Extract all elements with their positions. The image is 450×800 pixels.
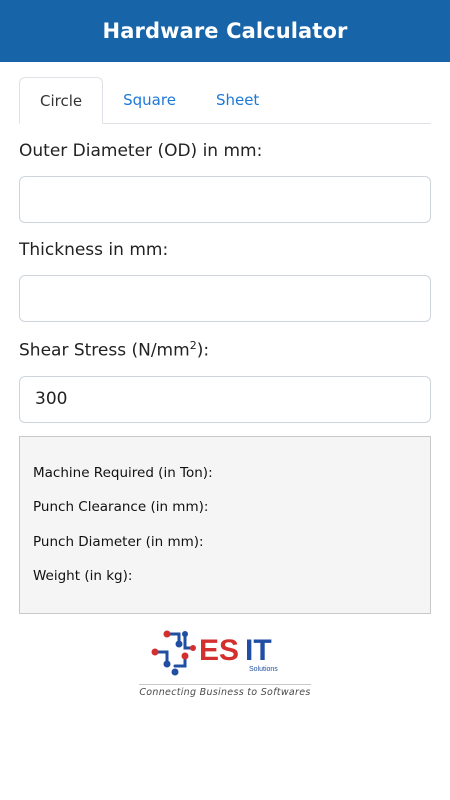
tab-circle[interactable]: Circle <box>19 77 104 124</box>
shear-stress-label: Shear Stress (N/mm2): <box>19 339 431 361</box>
shear-label-suffix: ): <box>196 340 210 361</box>
results-panel: Machine Required (in Ton): Punch Clearan… <box>19 435 431 614</box>
punch-diameter-label: Punch Diameter (in mm): <box>33 533 204 550</box>
app-header: Hardware Calculator <box>0 0 450 62</box>
company-logo: ES IT Solutions Connecting Business to S… <box>19 626 431 698</box>
main-content: Circle Square Sheet Outer Diameter (OD) … <box>0 77 450 698</box>
shear-label-prefix: Shear Stress (N/mm <box>19 340 190 361</box>
logo-brand-es: ES <box>199 634 239 667</box>
od-input[interactable] <box>19 176 431 223</box>
shape-tabs: Circle Square Sheet <box>19 77 431 124</box>
tab-square[interactable]: Square <box>103 77 196 122</box>
tab-sheet[interactable]: Sheet <box>196 77 279 122</box>
logo-tagline: Connecting Business to Softwares <box>139 683 311 698</box>
machine-required-label: Machine Required (in Ton): <box>33 464 213 481</box>
app-title: Hardware Calculator <box>102 19 348 43</box>
logo-brand-it: IT <box>245 634 272 667</box>
shear-label-superscript: 2 <box>189 339 197 352</box>
thickness-label: Thickness in mm: <box>19 240 169 260</box>
od-label: Outer Diameter (OD) in mm: <box>19 141 263 161</box>
esit-logo-graphic: ES IT Solutions <box>151 630 278 676</box>
weight-label: Weight (in kg): <box>33 568 133 585</box>
logo-subtext: Solutions <box>249 666 278 673</box>
thickness-input[interactable] <box>19 275 431 322</box>
shear-stress-input[interactable]: 300 <box>19 375 431 423</box>
punch-clearance-label: Punch Clearance (in mm): <box>33 499 209 516</box>
